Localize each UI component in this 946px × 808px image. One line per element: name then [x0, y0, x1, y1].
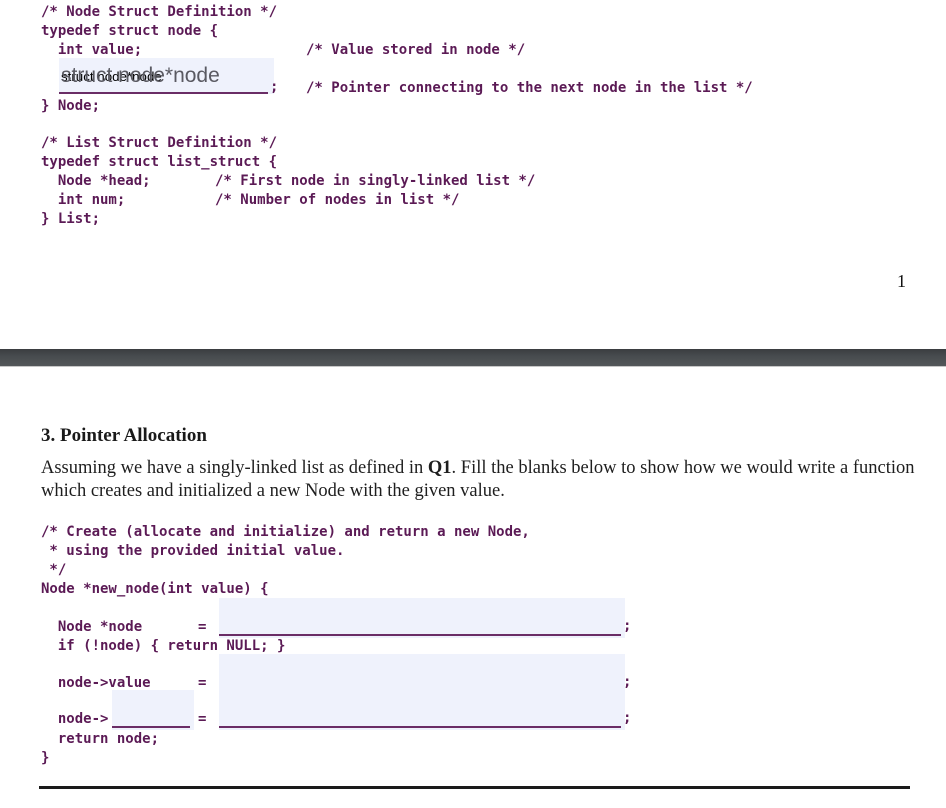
paragraph-bold-ref: Q1	[427, 458, 452, 478]
list-head-comment: /* First node in singly-linked list */	[215, 173, 536, 189]
horizontal-rule	[39, 786, 910, 789]
paragraph-text-start: Assuming we have a singly-linked list as…	[41, 458, 428, 478]
member-assign-lhs: node->	[41, 711, 109, 727]
member-assign-semicolon: ;	[623, 710, 632, 726]
node-close-line: } Node;	[41, 98, 101, 114]
value-assign-semicolon: ;	[623, 674, 632, 690]
next-field-semicolon: ;	[270, 79, 279, 95]
function-comment-line2: * using the provided initial value.	[41, 543, 345, 559]
function-signature: Node *new_node(int value) {	[41, 581, 269, 597]
value-assign-blank-field[interactable]	[219, 654, 625, 694]
member-name-blank-underline	[112, 726, 190, 728]
member-assign-blank-underline	[219, 726, 621, 728]
next-pointer-answer-text: struct node*node	[61, 64, 220, 87]
next-pointer-blank-underline	[59, 92, 268, 94]
function-comment-line3: */	[41, 562, 67, 578]
list-struct-comment: /* List Struct Definition */	[41, 135, 278, 151]
list-typedef-line: typedef struct list_struct {	[41, 154, 278, 170]
alloc-semicolon: ;	[623, 618, 632, 634]
member-assign-blank-field[interactable]	[219, 690, 625, 730]
alloc-blank-field[interactable]	[219, 598, 625, 638]
function-close-brace: }	[41, 750, 50, 766]
member-assign-equals: =	[198, 711, 207, 727]
node-next-comment: /* Pointer connecting to the next node i…	[306, 80, 753, 96]
question-paragraph: Assuming we have a singly-linked list as…	[41, 457, 921, 503]
function-comment-line1: /* Create (allocate and initialize) and …	[41, 524, 530, 540]
node-struct-comment: /* Node Struct Definition */	[41, 4, 278, 20]
node-value-comment: /* Value stored in node */	[306, 42, 526, 58]
list-close-line: } List;	[41, 211, 101, 227]
alloc-equals: =	[198, 619, 207, 635]
alloc-lhs: Node *node	[41, 619, 143, 635]
list-num-comment: /* Number of nodes in list */	[215, 192, 460, 208]
node-typedef-line: typedef struct node {	[41, 23, 219, 39]
return-line: return node;	[41, 731, 160, 747]
alloc-blank-underline	[219, 634, 621, 636]
question-heading: 3. Pointer Allocation	[41, 425, 207, 446]
list-num-field: int num;	[41, 192, 126, 208]
list-head-field: Node *head;	[41, 173, 151, 189]
value-assign-equals: =	[198, 675, 207, 691]
page-number: 1	[897, 271, 906, 291]
member-name-blank-field[interactable]	[112, 690, 194, 730]
page-separator	[0, 349, 946, 367]
